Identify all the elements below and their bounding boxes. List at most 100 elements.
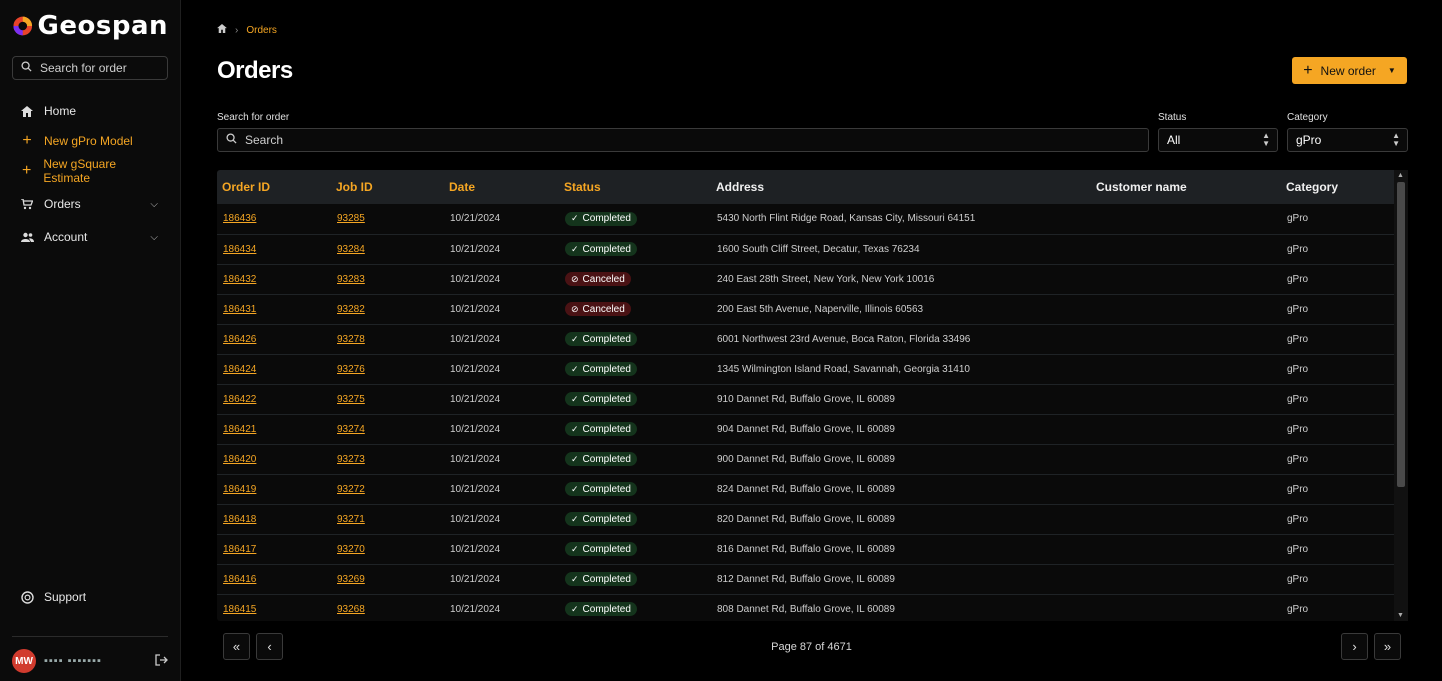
table-row[interactable]: 186421 93274 10/21/2024 ✓ Completed 904 Danne… — [217, 414, 1394, 444]
date-cell: 10/21/2024 — [450, 513, 501, 525]
order-id-link[interactable]: 186422 — [223, 394, 256, 405]
order-id-link[interactable]: 186418 — [223, 514, 256, 525]
category-cell: gPro — [1287, 393, 1309, 405]
order-id-cell: 186415 — [217, 594, 331, 621]
order-id-cell: 186418 — [217, 504, 331, 534]
address-cell: 816 Dannet Rd, Buffalo Grove, IL 60089 — [717, 543, 895, 555]
status-text: Completed — [582, 213, 631, 225]
job-id-link[interactable]: 93272 — [337, 484, 365, 495]
category-cell: gPro — [1287, 603, 1309, 615]
check-icon: ✓ — [571, 393, 579, 404]
table-row[interactable]: 186416 93269 10/21/2024 ✓ Completed 812 Danne… — [217, 564, 1394, 594]
table-row[interactable]: 186418 93271 10/21/2024 ✓ Completed 820 Danne… — [217, 504, 1394, 534]
table-row[interactable]: 186417 93270 10/21/2024 ✓ Completed 816 Danne… — [217, 534, 1394, 564]
order-search-input[interactable]: Search — [217, 128, 1149, 152]
scroll-up-icon[interactable]: ▲ — [1397, 172, 1404, 179]
scroll-down-icon[interactable]: ▼ — [1397, 612, 1404, 619]
job-id-link[interactable]: 93278 — [337, 334, 365, 345]
logout-icon[interactable] — [155, 653, 168, 669]
job-id-link[interactable]: 93282 — [337, 304, 365, 315]
table-row[interactable]: 186431 93282 10/21/2024 ⊘ Canceled 200 East 5… — [217, 294, 1394, 324]
column-order-id[interactable]: Order ID — [217, 170, 331, 204]
customer-name-cell — [1091, 594, 1281, 621]
table-row[interactable]: 186432 93283 10/21/2024 ⊘ Canceled 240 East 2… — [217, 264, 1394, 294]
order-id-link[interactable]: 186416 — [223, 574, 256, 585]
table-row[interactable]: 186422 93275 10/21/2024 ✓ Completed 910 Danne… — [217, 384, 1394, 414]
date-cell: 10/21/2024 — [450, 363, 501, 375]
order-id-link[interactable]: 186420 — [223, 454, 256, 465]
order-id-link[interactable]: 186436 — [223, 213, 256, 224]
check-icon: ✓ — [571, 243, 579, 254]
scroll-thumb[interactable] — [1397, 182, 1405, 487]
job-id-link[interactable]: 93283 — [337, 274, 365, 285]
table-row[interactable]: 186424 93276 10/21/2024 ✓ Completed 1345 Wilm… — [217, 354, 1394, 384]
column-job-id[interactable]: Job ID — [331, 170, 444, 204]
user-profile: MW ▪▪▪▪ ▪▪▪▪▪▪▪ — [12, 649, 168, 673]
order-id-link[interactable]: 186432 — [223, 274, 256, 285]
table-row[interactable]: 186436 93285 10/21/2024 ✓ Completed 5430 Nort… — [217, 204, 1394, 234]
cancel-icon: ⊘ — [571, 303, 579, 314]
sidebar-item-new-gsquare-estimate[interactable]: + New gSquare Estimate — [12, 156, 168, 186]
order-id-link[interactable]: 186421 — [223, 424, 256, 435]
plus-icon: + — [1303, 61, 1313, 79]
status-text: Completed — [582, 393, 631, 405]
table-row[interactable]: 186415 93268 10/21/2024 ✓ Completed 808 Danne… — [217, 594, 1394, 621]
status-text: Canceled — [582, 273, 625, 285]
job-id-cell: 93276 — [331, 354, 444, 384]
job-id-link[interactable]: 93269 — [337, 574, 365, 585]
status-text: Completed — [582, 243, 631, 255]
job-id-link[interactable]: 93270 — [337, 544, 365, 555]
logo[interactable]: Geospan — [12, 10, 168, 42]
status-badge: ✓ Completed — [565, 392, 637, 406]
status-badge: ✓ Completed — [565, 572, 637, 586]
column-date[interactable]: Date — [444, 170, 559, 204]
check-icon: ✓ — [571, 483, 579, 494]
sidebar-item-orders[interactable]: Orders ⌵ — [12, 189, 168, 219]
caret-down-icon[interactable]: ▼ — [1388, 66, 1396, 75]
sidebar-item-support[interactable]: Support — [12, 582, 168, 612]
chevron-down-icon: ⌵ — [150, 198, 158, 210]
last-page-button[interactable]: » — [1374, 633, 1401, 660]
table-row[interactable]: 186434 93284 10/21/2024 ✓ Completed 1600 Sout… — [217, 234, 1394, 264]
sidebar-item-home[interactable]: Home — [12, 96, 168, 126]
job-id-link[interactable]: 93276 — [337, 364, 365, 375]
order-id-link[interactable]: 186434 — [223, 244, 256, 255]
job-id-link[interactable]: 93268 — [337, 604, 365, 615]
new-order-button[interactable]: + New order ▼ — [1292, 57, 1407, 84]
category-select[interactable]: gPro ▲ ▼ — [1287, 128, 1408, 152]
status-badge: ✓ Completed — [565, 452, 637, 466]
breadcrumb-orders[interactable]: Orders — [246, 25, 277, 36]
column-status[interactable]: Status — [559, 170, 711, 204]
job-id-link[interactable]: 93274 — [337, 424, 365, 435]
status-cell: ✓ Completed — [559, 594, 711, 621]
table-scrollbar[interactable]: ▲ ▼ — [1394, 170, 1408, 621]
customer-name-cell — [1091, 264, 1281, 294]
order-id-link[interactable]: 186431 — [223, 304, 256, 315]
category-cell: gPro — [1287, 573, 1309, 585]
job-id-link[interactable]: 93275 — [337, 394, 365, 405]
table-row[interactable]: 186426 93278 10/21/2024 ✓ Completed 6001 Nort… — [217, 324, 1394, 354]
address-cell: 904 Dannet Rd, Buffalo Grove, IL 60089 — [717, 423, 895, 435]
order-id-link[interactable]: 186426 — [223, 334, 256, 345]
job-id-link[interactable]: 93284 — [337, 244, 365, 255]
job-id-cell: 93269 — [331, 564, 444, 594]
order-id-link[interactable]: 186419 — [223, 484, 256, 495]
address-cell: 1600 South Cliff Street, Decatur, Texas … — [717, 243, 920, 255]
avatar[interactable]: MW — [12, 649, 36, 673]
category-cell: gPro — [1287, 213, 1309, 225]
table-row[interactable]: 186420 93273 10/21/2024 ✓ Completed 900 Danne… — [217, 444, 1394, 474]
order-id-link[interactable]: 186424 — [223, 364, 256, 375]
next-page-button[interactable]: › — [1341, 633, 1368, 660]
order-id-link[interactable]: 186417 — [223, 544, 256, 555]
table-row[interactable]: 186419 93272 10/21/2024 ✓ Completed 824 Danne… — [217, 474, 1394, 504]
date-cell: 10/21/2024 — [450, 453, 501, 465]
order-id-link[interactable]: 186415 — [223, 604, 256, 615]
job-id-link[interactable]: 93271 — [337, 514, 365, 525]
sidebar-search-input[interactable]: Search for order — [12, 56, 168, 80]
status-select[interactable]: All ▲ ▼ — [1158, 128, 1278, 152]
sidebar-item-new-gpro-model[interactable]: + New gPro Model — [12, 126, 168, 156]
job-id-link[interactable]: 93285 — [337, 213, 365, 224]
home-icon[interactable] — [217, 24, 227, 36]
sidebar-item-account[interactable]: Account ⌵ — [12, 222, 168, 252]
job-id-link[interactable]: 93273 — [337, 454, 365, 465]
